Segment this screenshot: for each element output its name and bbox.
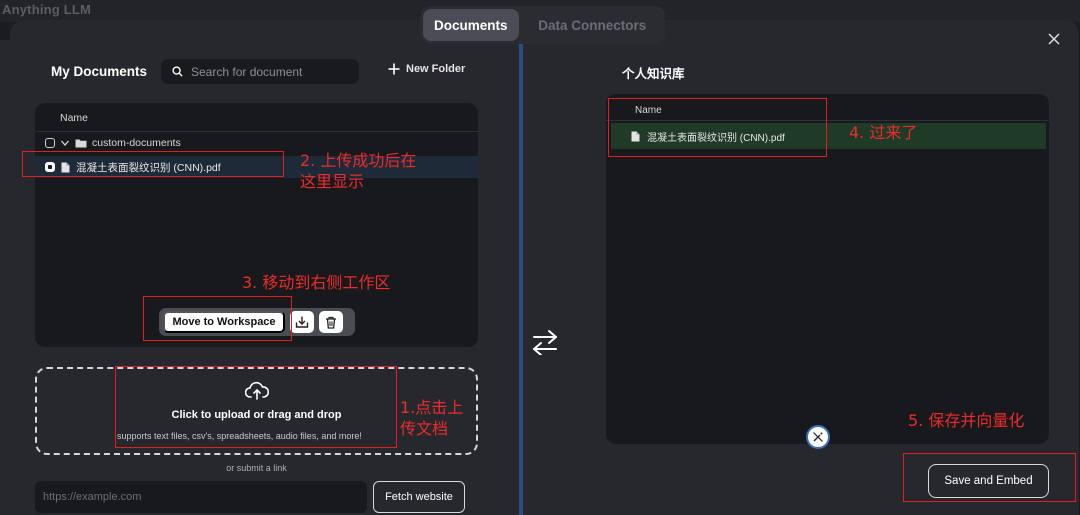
wand-slash-icon xyxy=(813,432,823,442)
annotation-box-uploaded-file xyxy=(22,151,284,177)
swap-arrows-icon[interactable] xyxy=(531,329,559,355)
annotation-box-save-button xyxy=(903,453,1076,502)
annotation-step-4: 4. 过来了 xyxy=(849,123,918,142)
folder-icon xyxy=(75,139,87,148)
move-to-folder-button[interactable] xyxy=(290,311,314,333)
folder-checkbox[interactable] xyxy=(45,138,55,148)
delete-button[interactable] xyxy=(319,311,343,333)
tab-bar: Documents Data Connectors xyxy=(420,6,665,44)
annotation-box-upload-zone xyxy=(115,366,397,448)
app-title: Anything LLM xyxy=(2,2,92,17)
list-header-divider xyxy=(35,131,478,132)
annotation-step-5: 5. 保存并向量化 xyxy=(908,411,1025,430)
magic-wand-button[interactable] xyxy=(806,425,830,449)
trash-icon xyxy=(326,316,336,329)
close-icon[interactable] xyxy=(1048,33,1060,45)
search-box[interactable] xyxy=(161,59,359,84)
background-sidebar xyxy=(0,40,10,515)
annotation-step-1: 1.点击上传文档 xyxy=(400,398,464,438)
new-folder-button[interactable]: New Folder xyxy=(388,63,465,75)
annotation-step-2: 2. 上传成功后在这里显示 xyxy=(300,151,417,191)
url-input[interactable] xyxy=(35,481,367,513)
download-tray-icon xyxy=(295,316,309,328)
or-submit-link-text: or submit a link xyxy=(226,463,287,473)
tab-documents[interactable]: Documents xyxy=(423,9,519,41)
search-input[interactable] xyxy=(191,64,351,79)
folder-row[interactable]: custom-documents xyxy=(45,135,181,151)
fetch-website-button[interactable]: Fetch website xyxy=(373,481,465,513)
workspace-title: 个人知识库 xyxy=(622,67,685,81)
annotation-box-workspace-file xyxy=(608,98,827,157)
folder-name: custom-documents xyxy=(92,137,181,149)
tab-data-connectors[interactable]: Data Connectors xyxy=(523,9,662,41)
annotation-step-3: 3. 移动到右侧工作区 xyxy=(242,273,391,292)
search-icon xyxy=(172,66,183,77)
plus-icon xyxy=(388,63,400,75)
chevron-down-icon[interactable] xyxy=(60,138,70,148)
my-documents-title: My Documents xyxy=(51,64,148,79)
list-header-name: Name xyxy=(60,112,89,124)
new-folder-label: New Folder xyxy=(406,63,466,75)
annotation-box-move-button xyxy=(143,296,292,341)
